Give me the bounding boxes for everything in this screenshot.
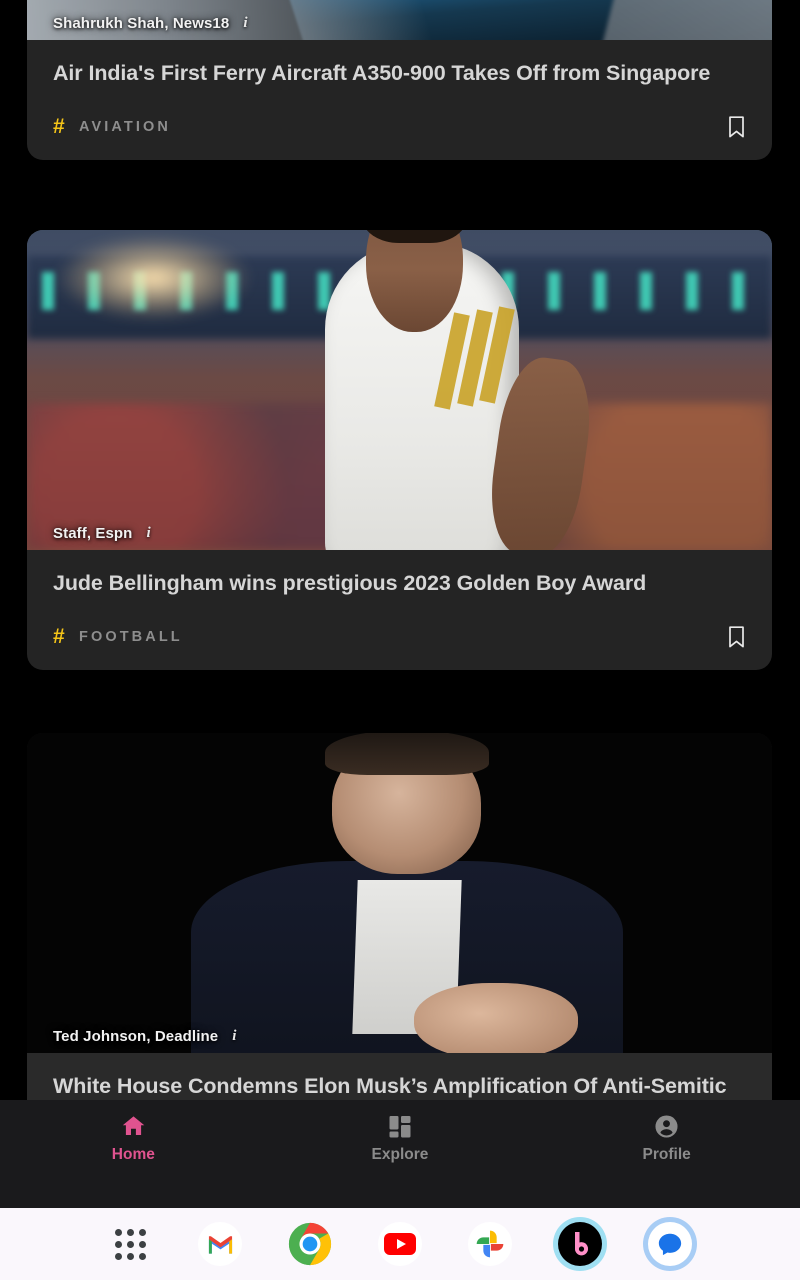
nav-label-explore: Explore — [371, 1146, 429, 1163]
card-byline: Staff, Espn i — [53, 525, 151, 542]
google-photos-icon[interactable] — [468, 1222, 512, 1266]
card-body: Jude Bellingham wins prestigious 2023 Go… — [27, 550, 772, 670]
footballer-photo — [27, 230, 772, 550]
dock-item[interactable] — [355, 1222, 445, 1266]
hands-shape — [414, 982, 579, 1053]
android-dock — [0, 1208, 800, 1280]
dock-item[interactable] — [445, 1222, 535, 1266]
phone-screen: Shahrukh Shah, News18 i Air India's Firs… — [0, 0, 800, 1280]
card-footer: # FOOTBALL — [53, 604, 746, 670]
messages-icon[interactable] — [648, 1222, 692, 1266]
elon-musk-photo — [27, 733, 772, 1053]
card-byline: Shahrukh Shah, News18 i — [53, 15, 248, 32]
nav-item-home[interactable]: Home — [48, 1114, 218, 1164]
info-icon[interactable]: i — [146, 525, 150, 542]
byline-author: Ted Johnson, Deadline — [53, 1028, 219, 1045]
dock-item[interactable] — [175, 1222, 265, 1266]
hashtag-icon: # — [53, 624, 65, 648]
nav-item-profile[interactable]: Profile — [582, 1114, 752, 1164]
nav-label-home: Home — [111, 1146, 155, 1163]
byline-author: Shahrukh Shah, News18 — [53, 15, 230, 32]
person-icon — [654, 1114, 679, 1138]
dock-item[interactable] — [265, 1222, 355, 1266]
card-title[interactable]: Air India's First Ferry Aircraft A350-90… — [53, 40, 746, 88]
youtube-icon[interactable] — [378, 1222, 422, 1266]
bixby-icon[interactable] — [558, 1222, 602, 1266]
card-category[interactable]: AVIATION — [79, 119, 171, 135]
bookmark-icon[interactable] — [727, 115, 746, 139]
card-image: Staff, Espn i — [27, 230, 772, 550]
news-feed-scroll[interactable]: Shahrukh Shah, News18 i Air India's Firs… — [0, 0, 800, 1108]
hair-shape — [325, 733, 489, 775]
byline-author: Staff, Espn — [53, 525, 133, 542]
card-body: White House Condemns Elon Musk’s Amplifi… — [27, 1053, 772, 1101]
airplane-tail-shape — [591, 0, 772, 40]
stadium-glow — [56, 236, 251, 320]
news-card[interactable]: Ted Johnson, Deadline i White House Cond… — [27, 733, 772, 1108]
news-card[interactable]: Staff, Espn i Jude Bellingham wins prest… — [27, 230, 772, 670]
nav-item-explore[interactable]: Explore — [315, 1114, 485, 1164]
grid-icon — [388, 1114, 412, 1138]
dock-item[interactable] — [535, 1222, 625, 1266]
info-icon[interactable]: i — [243, 15, 247, 32]
bottom-navigation: Home Explore Profile — [0, 1100, 800, 1208]
card-category[interactable]: FOOTBALL — [79, 629, 183, 645]
dock-item[interactable] — [85, 1228, 175, 1260]
card-image: Ted Johnson, Deadline i — [27, 733, 772, 1053]
gmail-icon[interactable] — [198, 1222, 242, 1266]
card-title[interactable]: White House Condemns Elon Musk’s Amplifi… — [53, 1053, 746, 1101]
dock-item[interactable] — [625, 1222, 715, 1266]
all-apps-icon[interactable] — [114, 1228, 146, 1260]
info-icon[interactable]: i — [232, 1028, 236, 1045]
card-byline: Ted Johnson, Deadline i — [53, 1028, 236, 1045]
chrome-icon[interactable] — [288, 1222, 332, 1266]
card-image: Shahrukh Shah, News18 i — [27, 0, 772, 40]
nav-label-profile: Profile — [642, 1146, 691, 1163]
home-icon — [121, 1114, 146, 1138]
card-body: Air India's First Ferry Aircraft A350-90… — [27, 40, 772, 160]
bookmark-icon[interactable] — [727, 625, 746, 649]
card-title[interactable]: Jude Bellingham wins prestigious 2023 Go… — [53, 550, 746, 598]
news-card[interactable]: Shahrukh Shah, News18 i Air India's Firs… — [27, 0, 772, 160]
hashtag-icon: # — [53, 114, 65, 138]
card-footer: # AVIATION — [53, 94, 746, 160]
